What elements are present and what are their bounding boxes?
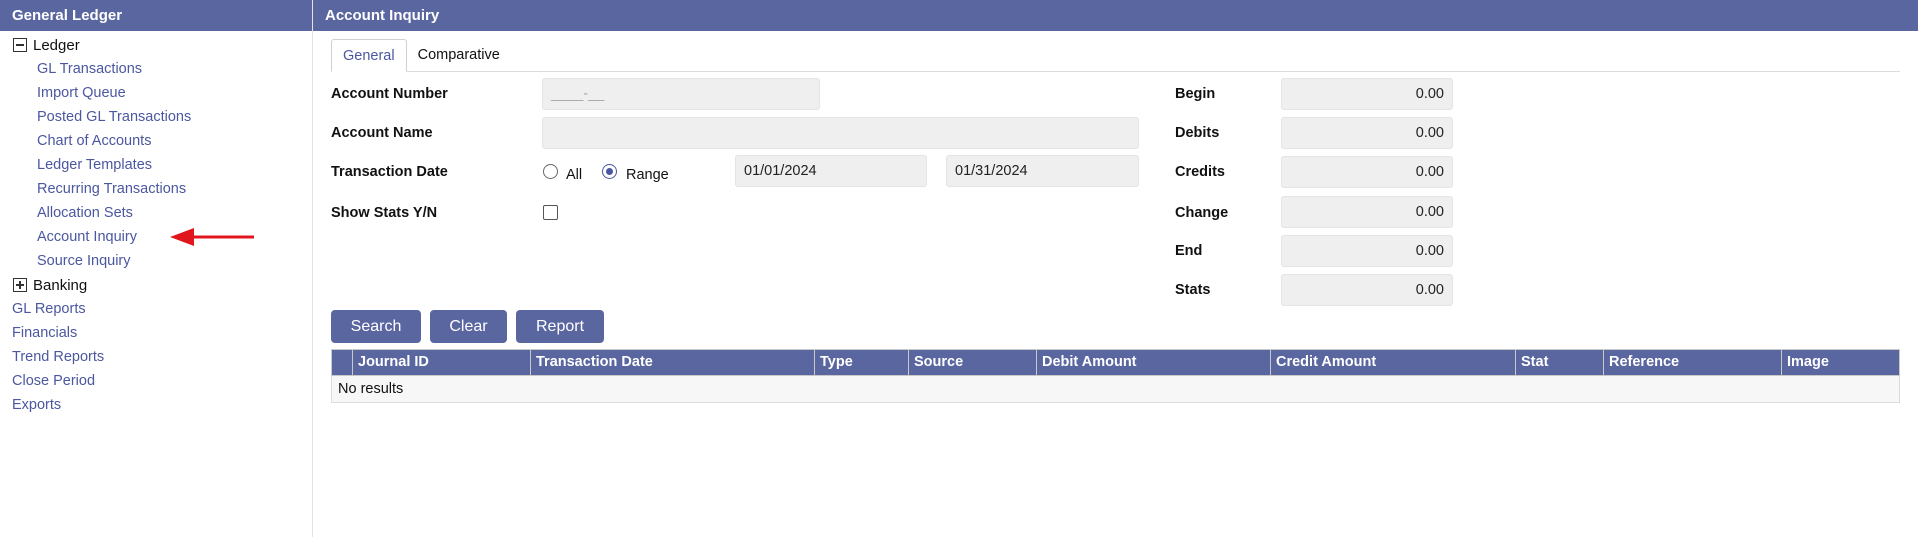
date-from-input[interactable]: 01/01/2024 [735, 155, 927, 187]
sidebar-title: General Ledger [0, 0, 312, 31]
begin-label: Begin [1175, 86, 1216, 102]
show-stats-label: Show Stats Y/N [331, 205, 438, 221]
date-to-input[interactable]: 01/31/2024 [946, 155, 1139, 187]
end-label: End [1175, 243, 1203, 259]
grid-header: Journal ID Transaction Date Type Source … [331, 349, 1900, 376]
tree-group-banking[interactable]: Banking [0, 273, 312, 297]
nav-tree: Ledger GL Transactions Import Queue Post… [0, 31, 312, 417]
account-number-label: Account Number [331, 86, 448, 102]
tab-general[interactable]: General [331, 39, 407, 72]
page-title: Account Inquiry [313, 0, 1918, 31]
change-label: Change [1175, 205, 1229, 221]
transaction-date-label: Transaction Date [331, 164, 448, 180]
stats-value: 0.00 [1281, 274, 1453, 306]
account-name-label: Account Name [331, 125, 433, 141]
column-header-image[interactable]: Image [1781, 350, 1899, 375]
radio-range-label: Range [626, 167, 669, 183]
clear-button[interactable]: Clear [430, 310, 507, 343]
nav-financials[interactable]: Financials [0, 321, 312, 345]
nav-trend-reports[interactable]: Trend Reports [0, 345, 312, 369]
grid-empty-message: No results [331, 376, 1900, 403]
nav-source-inquiry[interactable]: Source Inquiry [0, 249, 312, 273]
stats-label: Stats [1175, 282, 1211, 298]
show-stats-checkbox[interactable] [543, 205, 558, 220]
nav-close-period[interactable]: Close Period [0, 369, 312, 393]
begin-value: 0.00 [1281, 78, 1453, 110]
nav-recurring-transactions[interactable]: Recurring Transactions [0, 177, 312, 201]
end-value: 0.00 [1281, 235, 1453, 267]
red-arrow-icon [170, 228, 254, 246]
column-header-transaction-date[interactable]: Transaction Date [530, 350, 814, 375]
report-button[interactable]: Report [516, 310, 604, 343]
tab-comparative[interactable]: Comparative [407, 39, 511, 72]
tab-bar: General Comparative [331, 39, 1900, 72]
nav-allocation-sets[interactable]: Allocation Sets [0, 201, 312, 225]
tree-group-label: Ledger [33, 36, 80, 54]
account-name-input[interactable] [542, 117, 1139, 149]
credits-value: 0.00 [1281, 156, 1453, 188]
nav-gl-transactions[interactable]: GL Transactions [0, 57, 312, 81]
change-value: 0.00 [1281, 196, 1453, 228]
column-header-journal-id[interactable]: Journal ID [352, 350, 530, 375]
radio-all[interactable] [543, 164, 558, 179]
radio-all-label: All [566, 167, 583, 183]
nav-chart-of-accounts[interactable]: Chart of Accounts [0, 129, 312, 153]
collapse-icon[interactable] [13, 38, 27, 52]
column-header-debit-amount[interactable]: Debit Amount [1036, 350, 1270, 375]
column-header-reference[interactable]: Reference [1603, 350, 1781, 375]
debits-label: Debits [1175, 125, 1220, 141]
column-header-select [332, 350, 352, 375]
nav-import-queue[interactable]: Import Queue [0, 81, 312, 105]
tree-group-label: Banking [33, 276, 88, 294]
nav-posted-gl-transactions[interactable]: Posted GL Transactions [0, 105, 312, 129]
nav-exports[interactable]: Exports [0, 393, 312, 417]
expand-icon[interactable] [13, 278, 27, 292]
sidebar: General Ledger Ledger GL Transactions Im… [0, 0, 313, 537]
column-header-source[interactable]: Source [908, 350, 1036, 375]
credits-label: Credits [1175, 164, 1225, 180]
column-header-stat[interactable]: Stat [1515, 350, 1603, 375]
nav-ledger-templates[interactable]: Ledger Templates [0, 153, 312, 177]
results-grid: Journal ID Transaction Date Type Source … [331, 349, 1900, 403]
search-button[interactable]: Search [331, 310, 421, 343]
account-number-input[interactable]: ____-__ [542, 78, 820, 110]
nav-account-inquiry[interactable]: Account Inquiry [0, 225, 312, 249]
main-panel: Account Inquiry General Comparative Acco… [313, 0, 1918, 537]
column-header-credit-amount[interactable]: Credit Amount [1270, 350, 1515, 375]
radio-range[interactable] [602, 164, 617, 179]
debits-value: 0.00 [1281, 117, 1453, 149]
tree-group-ledger[interactable]: Ledger [0, 33, 312, 57]
column-header-type[interactable]: Type [814, 350, 908, 375]
nav-gl-reports[interactable]: GL Reports [0, 297, 312, 321]
